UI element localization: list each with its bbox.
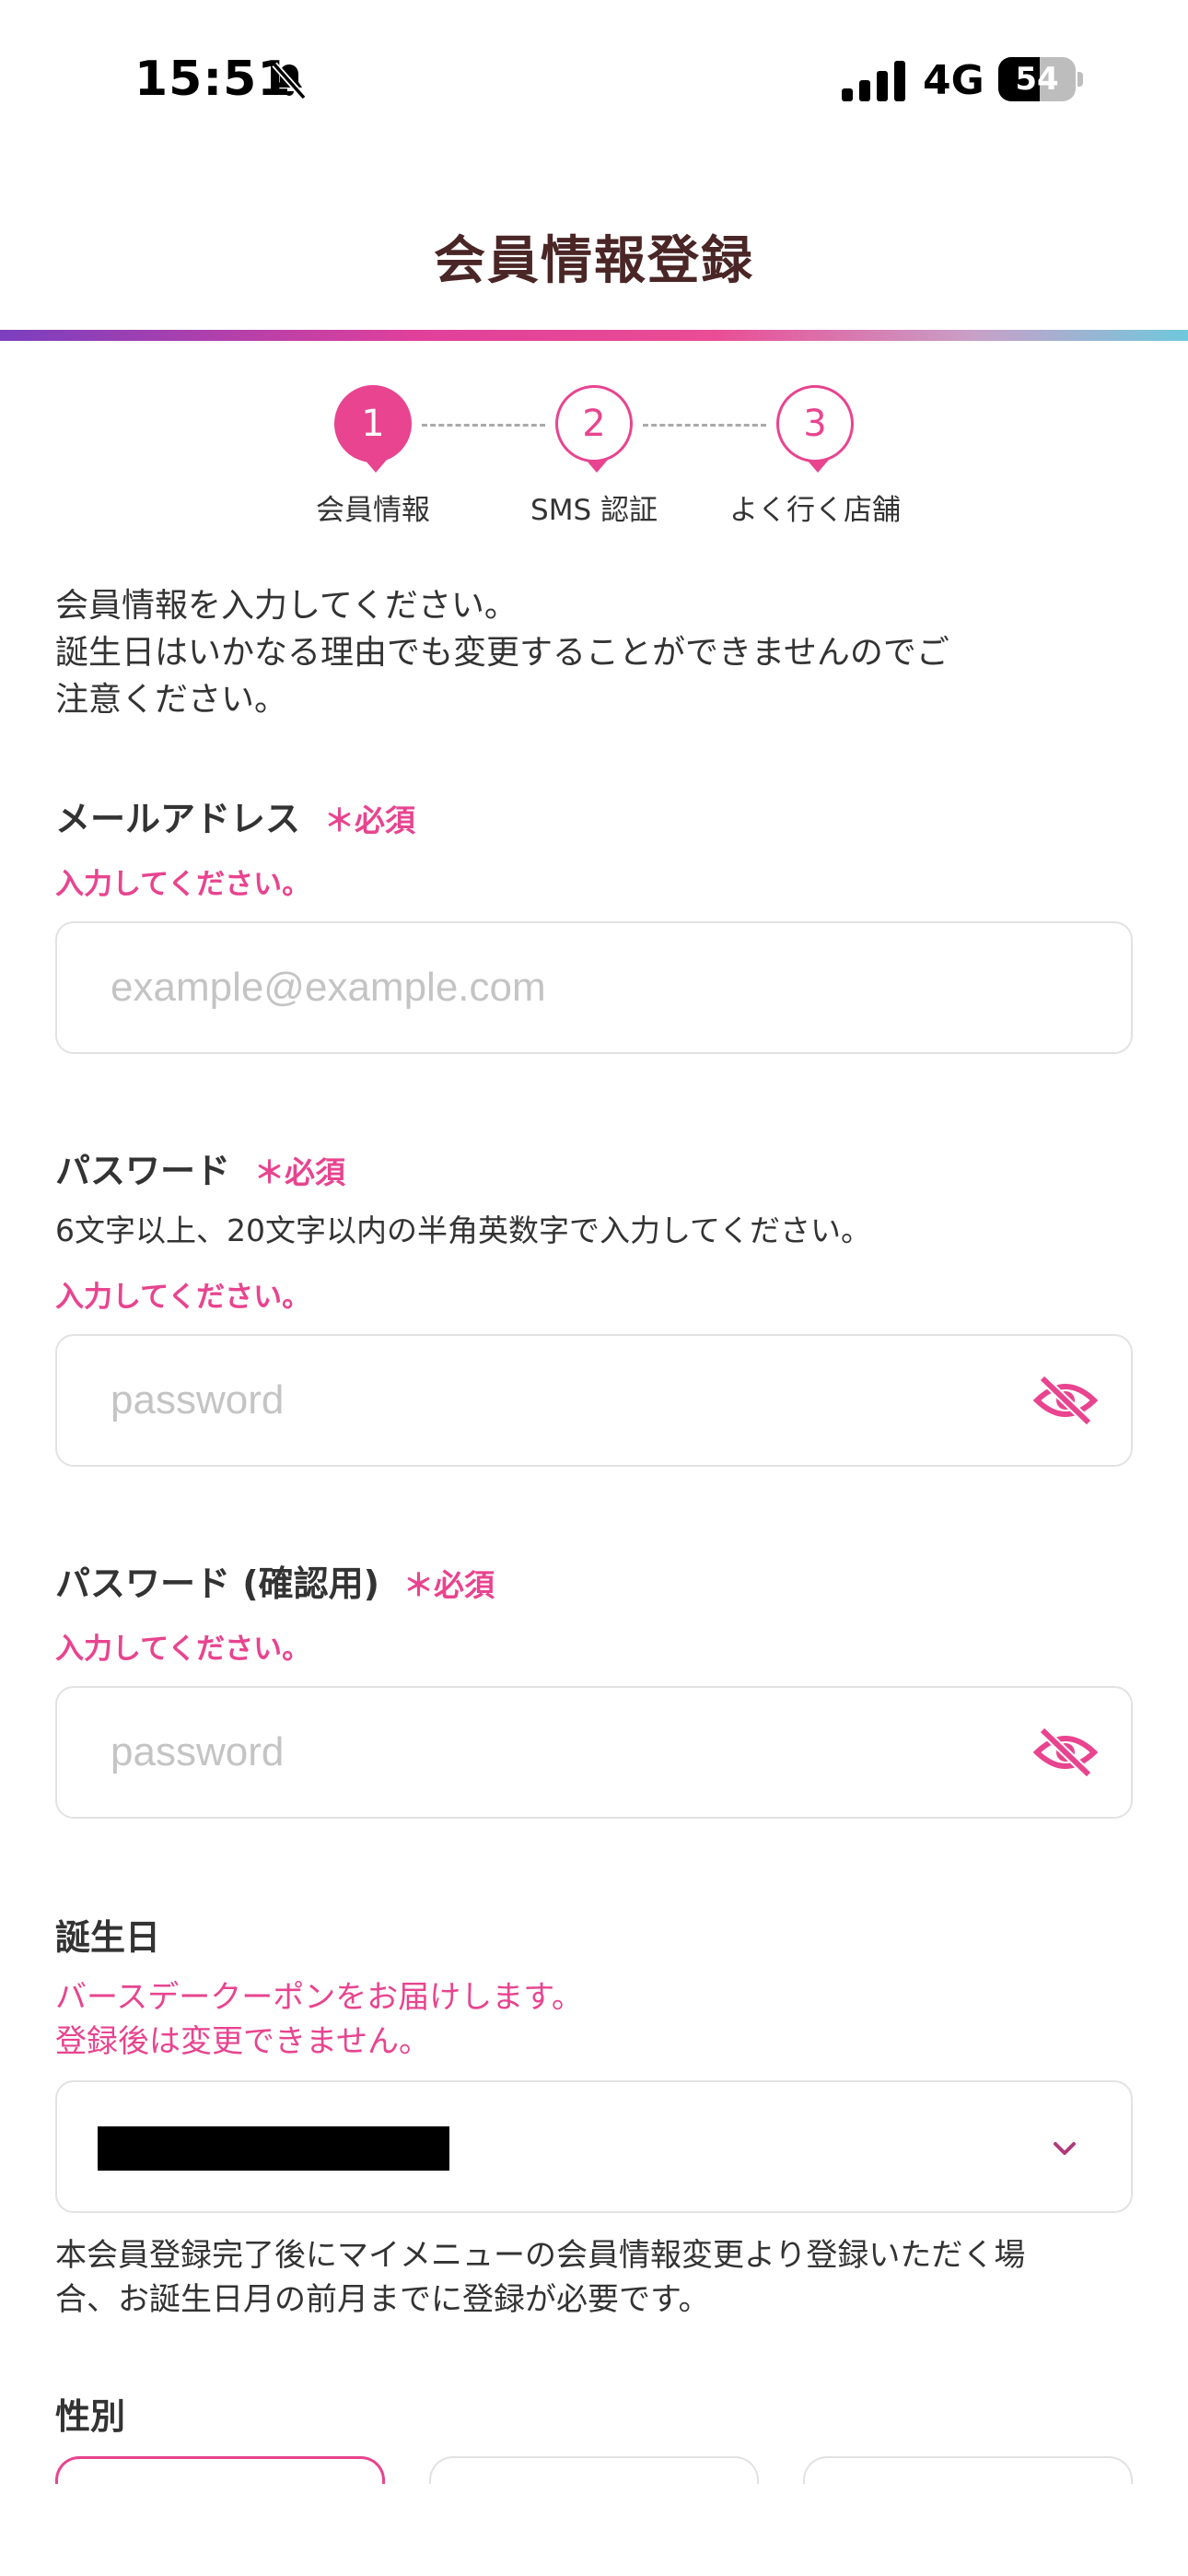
- email-label-row: メールアドレス ＊必須: [55, 790, 415, 841]
- battery-icon: 54: [998, 57, 1083, 101]
- password-confirm-input[interactable]: [111, 1688, 1031, 1817]
- eye-slash-icon[interactable]: [1033, 1373, 1098, 1428]
- stepper: 1 会員情報 2 SMS 認証 3 よく行く店舗: [0, 385, 1188, 542]
- email-input[interactable]: [111, 923, 1031, 1052]
- header-gradient-bar: [0, 330, 1188, 341]
- step-1: 1 会員情報: [253, 385, 493, 528]
- intro-line-2: 誕生日はいかなる理由でも変更することができませんのでご: [55, 634, 949, 672]
- step-1-circle: 1: [334, 385, 412, 473]
- step-3-circle: 3: [776, 385, 854, 473]
- step-1-label: 会員情報: [316, 494, 430, 527]
- email-error: 入力してください。: [55, 868, 311, 901]
- eye-slash-icon[interactable]: [1033, 1725, 1098, 1780]
- birthday-label: 誕生日: [55, 1917, 161, 1958]
- password-confirm-error: 入力してください。: [55, 1633, 311, 1666]
- birthday-value-redacted: [98, 2126, 449, 2171]
- chevron-down-icon: [1054, 2142, 1076, 2155]
- gender-label: 性別: [55, 2396, 126, 2437]
- birthday-note-2: 登録後は変更できません。: [55, 2023, 430, 2060]
- password-confirm-required-badge: ＊必須: [402, 1567, 495, 1603]
- intro-line-3: 注意ください。: [55, 681, 288, 719]
- step-2: 2 SMS 認証: [474, 385, 714, 528]
- password-error: 入力してください。: [55, 1281, 311, 1314]
- password-note: 6文字以上、20文字以内の半角英数字で入力してください。: [55, 1212, 872, 1248]
- password-required-badge: ＊必須: [254, 1154, 346, 1190]
- step-2-circle: 2: [555, 385, 633, 473]
- intro-line-1: 会員情報を入力してください。: [55, 587, 518, 625]
- birthday-footnote-1: 本会員登録完了後にマイメニューの会員情報変更より登録いただく場: [55, 2237, 1026, 2274]
- birthday-coupon-note: バースデークーポンをお届けします。 登録後は変更できません。: [55, 1975, 583, 2064]
- bottom-fade: [0, 2484, 1188, 2576]
- password-field[interactable]: [55, 1334, 1133, 1467]
- step-3: 3 よく行く店舗: [695, 385, 935, 528]
- birthday-footnote: 本会員登録完了後にマイメニューの会員情報変更より登録いただく場 合、お誕生日月の…: [55, 2233, 1025, 2322]
- password-label: パスワード: [55, 1151, 231, 1191]
- intro-text: 会員情報を入力してください。 誕生日はいかなる理由でも変更することができませんの…: [55, 582, 1142, 723]
- email-required-badge: ＊必須: [324, 802, 416, 838]
- birthday-select[interactable]: [55, 2080, 1133, 2213]
- email-field[interactable]: [55, 921, 1133, 1054]
- step-2-label: SMS 認証: [530, 494, 658, 527]
- step-3-label: よく行く店舗: [729, 494, 901, 527]
- bell-slash-icon: [272, 62, 307, 100]
- password-label-row: パスワード ＊必須: [55, 1142, 345, 1193]
- email-label: メールアドレス: [55, 799, 301, 839]
- birthday-label-row: 誕生日: [55, 1909, 160, 1960]
- birthday-note-1: バースデークーポンをお届けします。: [55, 1979, 583, 2016]
- status-bar: 15:51 4G 54: [0, 0, 1188, 157]
- password-confirm-field[interactable]: [55, 1686, 1133, 1819]
- page-title: 会員情報登録: [434, 231, 754, 291]
- gender-label-row: 性別: [55, 2388, 125, 2439]
- password-confirm-label: パスワード (確認用): [55, 1563, 379, 1604]
- password-input[interactable]: [111, 1336, 1031, 1465]
- password-confirm-label-row: パスワード (確認用) ＊必須: [55, 1555, 495, 1606]
- battery-level: 54: [1015, 61, 1059, 98]
- signal-icon: [842, 61, 905, 101]
- birthday-footnote-2: 合、お誕生日月の前月までに登録が必要です。: [55, 2281, 710, 2318]
- network-label: 4G: [923, 57, 984, 104]
